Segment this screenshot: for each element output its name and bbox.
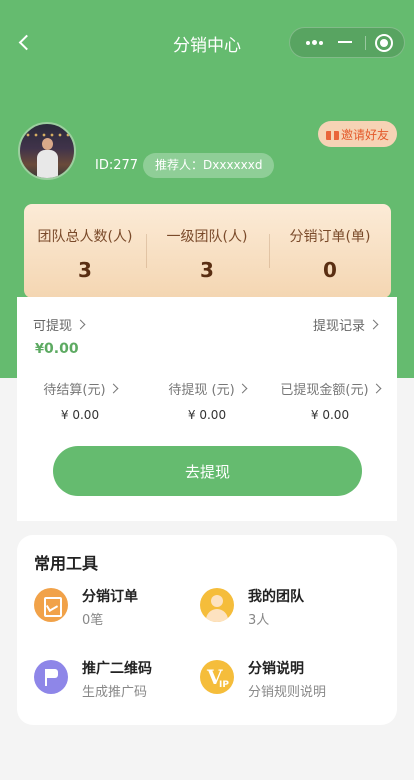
chevron-right-icon [368,319,379,330]
pending-settlement[interactable]: 待结算(元) ¥ 0.00 [17,379,143,422]
chevron-right-icon [75,319,86,330]
chevron-right-icon [237,383,248,394]
team-stats-card: 团队总人数(人) 3 一级团队(人) 3 分销订单(单) 0 [24,204,391,298]
flag-icon [34,660,68,694]
stat-first-level-team[interactable]: 一级团队(人) 3 [146,204,268,298]
sub-value: ¥ 0.00 [310,408,350,422]
sub-label: 已提现金额(元) [280,383,369,398]
sub-value: ¥ 0.00 [60,408,100,422]
stat-value: 3 [78,258,92,282]
order-icon [34,588,68,622]
stat-label: 一级团队(人) [166,229,248,245]
vip-icon [200,660,234,694]
tool-name: 分销说明 [248,661,304,677]
gift-icon [325,128,339,140]
common-tools-card: 常用工具 分销订单 0笔 我的团队 3人 推广二维码 生成推广码 分销说明 分销… [17,535,397,725]
tool-distribution-orders[interactable]: 分销订单 0笔 [34,583,204,628]
withdrawable-link[interactable]: 可提现 [33,315,86,334]
avatar[interactable] [18,122,76,180]
tool-name: 我的团队 [248,589,304,605]
tool-desc: 3人 [248,613,270,628]
more-icon[interactable] [302,28,326,57]
minimize-icon[interactable] [338,41,352,43]
tool-desc: 分销规则说明 [248,685,327,700]
referrer-badge: 推荐人：Dxxxxxxd [143,153,275,178]
tool-name: 推广二维码 [82,661,152,677]
tool-desc: 0笔 [82,613,104,628]
stat-label: 团队总人数(人) [37,229,133,245]
mini-program-capsule [289,27,405,58]
stat-value: 3 [200,258,214,282]
withdrawable-amount: ¥0.00 [35,341,79,357]
invite-friends-button[interactable]: 邀请好友 [318,121,397,147]
invite-label: 邀请好友 [340,127,389,142]
withdrawable-label: 可提现 [33,319,73,334]
close-icon[interactable] [375,34,393,52]
tools-title: 常用工具 [34,554,99,573]
tool-distribution-rules[interactable]: 分销说明 分销规则说明 [200,655,370,700]
tool-my-team[interactable]: 我的团队 3人 [200,583,370,628]
withdrawn-amount[interactable]: 已提现金额(元) ¥ 0.00 [267,379,393,422]
sub-label: 待结算(元) [43,383,106,398]
balance-card: 可提现 提现记录 ¥0.00 待结算(元) ¥ 0.00 待提现 (元) ¥ 0… [17,297,397,521]
pending-withdrawal[interactable]: 待提现 (元) ¥ 0.00 [144,379,270,422]
team-icon [200,588,234,622]
tool-name: 分销订单 [82,589,138,605]
chevron-right-icon [108,383,119,394]
tool-desc: 生成推广码 [82,685,148,700]
withdraw-records-link[interactable]: 提现记录 [312,315,379,334]
withdraw-button[interactable]: 去提现 [53,446,362,496]
sub-label: 待提现 (元) [168,383,235,398]
amount-value: 0.00 [44,341,79,357]
currency-symbol: ¥ [35,342,45,357]
sub-value: ¥ 0.00 [187,408,227,422]
stat-value: 0 [323,258,337,282]
tool-promo-qrcode[interactable]: 推广二维码 生成推广码 [34,655,204,700]
withdraw-records-label: 提现记录 [312,319,365,334]
chevron-right-icon [371,383,382,394]
stat-distribution-orders[interactable]: 分销订单(单) 0 [269,204,391,298]
stat-team-total[interactable]: 团队总人数(人) 3 [24,204,146,298]
user-id: ID:277 [95,158,139,173]
stat-label: 分销订单(单) [289,229,371,245]
capsule-divider [365,36,366,50]
